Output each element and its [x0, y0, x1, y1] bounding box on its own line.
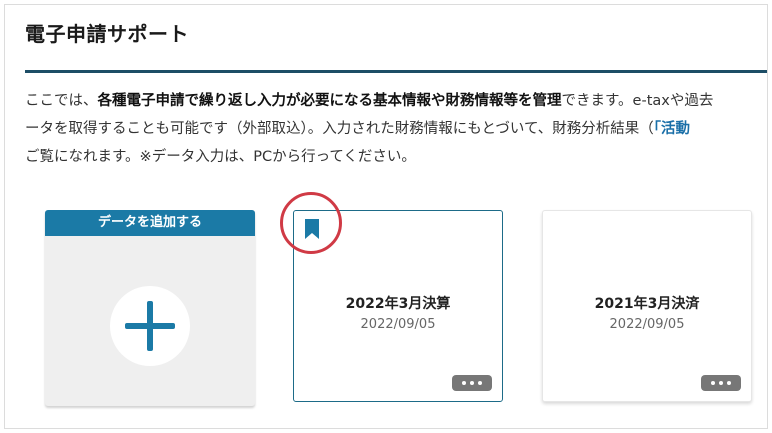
- data-card-2021[interactable]: 2021年3月決済 2022/09/05: [542, 210, 752, 402]
- dot-icon: [727, 381, 731, 385]
- description-line-2-pre: ータを取得することも可能です（外部取込）。入力された財務情報にもとづいて、財務分…: [25, 121, 654, 137]
- description-line-1-bold: 各種電子申請で繰り返し入力が必要になる基本情報や財務情報等を管理: [97, 93, 562, 109]
- page-title: 電子申請サポート: [25, 22, 189, 46]
- more-options-button[interactable]: [701, 375, 741, 391]
- description-line-2: ータを取得することも可能です（外部取込）。入力された財務情報にもとづいて、財務分…: [25, 115, 767, 143]
- card-title: 2021年3月決済: [594, 296, 700, 312]
- activity-link[interactable]: 「活動: [654, 121, 690, 137]
- dot-icon: [711, 381, 715, 385]
- add-data-label: データを追加する: [45, 210, 255, 236]
- description: ここでは、各種電子申請で繰り返し入力が必要になる基本情報や財務情報等を管理できま…: [25, 87, 767, 171]
- description-line-1-pre: ここでは、: [25, 93, 98, 109]
- highlight-circle: [280, 192, 342, 254]
- plus-icon[interactable]: [110, 286, 190, 366]
- description-line-1: ここでは、各種電子申請で繰り返し入力が必要になる基本情報や財務情報等を管理できま…: [25, 87, 767, 115]
- title-divider: [25, 70, 767, 73]
- dot-icon: [478, 381, 482, 385]
- card-title: 2022年3月決算: [345, 296, 451, 312]
- dot-icon: [470, 381, 474, 385]
- add-data-card[interactable]: データを追加する: [45, 210, 255, 406]
- description-line-3: ご覧になれます。※データ入力は、PCから行ってください。: [25, 149, 416, 165]
- more-options-button[interactable]: [452, 375, 492, 391]
- dot-icon: [462, 381, 466, 385]
- card-date: 2022/09/05: [360, 317, 436, 332]
- card-date: 2022/09/05: [609, 317, 685, 332]
- description-line-1-post: できます。e-taxや過去: [561, 93, 714, 109]
- dot-icon: [719, 381, 723, 385]
- page-frame: 電子申請サポート ここでは、各種電子申請で繰り返し入力が必要になる基本情報や財務…: [4, 4, 768, 429]
